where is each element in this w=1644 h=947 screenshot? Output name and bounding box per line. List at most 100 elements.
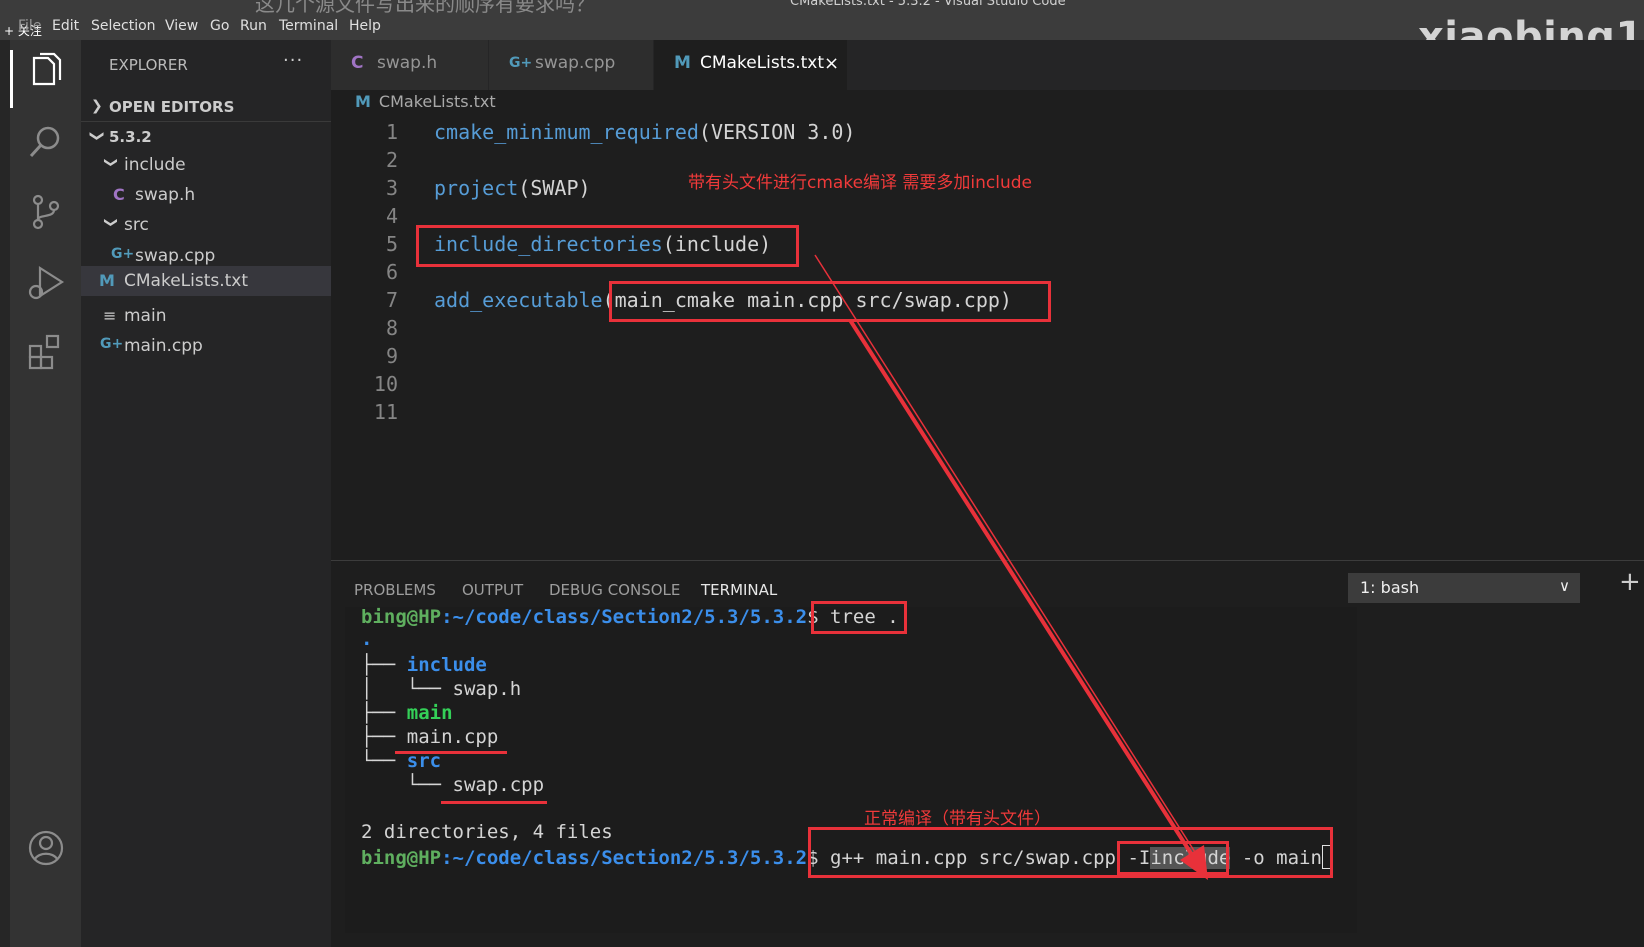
line-number: 6: [385, 260, 398, 284]
tree-file-main-cpp[interactable]: G+ main.cpp: [81, 331, 331, 361]
terminal-line: ├── main.cpp: [361, 726, 499, 748]
active-indicator: [10, 50, 13, 108]
tree-label: swap.h: [135, 185, 196, 205]
tree-label: swap.cpp: [135, 246, 216, 266]
tree-file-main[interactable]: ≡ main: [81, 301, 331, 331]
binary-file-icon: ≡: [103, 306, 117, 325]
menu-go[interactable]: Go: [210, 18, 229, 34]
menu-help[interactable]: Help: [349, 18, 381, 34]
chevron-down-icon: ∨: [1559, 577, 1570, 595]
tree-file-cmakelists[interactable]: M CMakeLists.txt: [81, 266, 331, 296]
terminal-line: └── src: [361, 750, 442, 772]
cpp-file-icon: G+: [100, 336, 124, 352]
tab-problems[interactable]: PROBLEMS: [354, 581, 436, 599]
chevron-down-icon: ❯: [102, 217, 118, 228]
source-control-icon[interactable]: [26, 192, 66, 232]
terminal-line: └── swap.cpp: [361, 774, 545, 796]
chevron-down-icon: ❯: [102, 157, 118, 168]
line-number: 3: [385, 176, 398, 200]
search-icon[interactable]: [26, 122, 66, 162]
tab-output[interactable]: OUTPUT: [462, 581, 523, 599]
line-number: 7: [385, 288, 398, 312]
tree-label: main: [124, 306, 167, 326]
menu-selection[interactable]: Selection: [91, 18, 156, 34]
menu-run[interactable]: Run: [240, 18, 267, 34]
shell-select-value: 1: bash: [1360, 578, 1420, 597]
editor-tab-bar: C swap.h G+ swap.cpp M CMakeLists.txt ×: [331, 40, 1644, 90]
line-number: 2: [385, 148, 398, 172]
highlight-box: [416, 225, 799, 267]
line-number: 10: [373, 372, 398, 396]
chevron-down-icon: ❯: [88, 130, 105, 142]
tree-label: src: [124, 215, 149, 235]
menu-view[interactable]: View: [165, 18, 198, 34]
code-line-3: project(SWAP): [434, 176, 591, 200]
close-icon[interactable]: ×: [824, 53, 839, 74]
tree-folder-src[interactable]: ❯ src: [81, 210, 331, 240]
code-function: cmake_minimum_required: [434, 120, 699, 144]
more-actions-icon[interactable]: ···: [283, 50, 303, 71]
cmake-file-icon: M: [674, 53, 691, 73]
cmake-file-icon: M: [99, 271, 115, 290]
code-line-1: cmake_minimum_required(VERSION 3.0): [434, 120, 855, 144]
folder-root-section[interactable]: ❯ 5.3.2: [81, 122, 331, 152]
line-number: 5: [385, 232, 398, 256]
tree-folder-include[interactable]: ❯ include: [81, 150, 331, 180]
tab-terminal[interactable]: TERMINAL: [701, 581, 777, 599]
highlight-box: [808, 827, 1333, 878]
open-editors-label: OPEN EDITORS: [109, 98, 235, 116]
activity-bar-edge: [0, 40, 10, 947]
explorer-title: EXPLORER: [109, 56, 188, 74]
breadcrumb[interactable]: M CMakeLists.txt: [355, 92, 496, 111]
tab-swap-cpp[interactable]: G+ swap.cpp: [489, 40, 653, 90]
line-number: 1: [385, 120, 398, 144]
tree-label: CMakeLists.txt: [124, 271, 249, 291]
menu-edit[interactable]: Edit: [52, 18, 79, 34]
overlay-question-text: 这几个源文件写出来的顺序有要求吗？: [255, 0, 595, 16]
account-icon[interactable]: [26, 828, 66, 868]
code-function: add_executable: [434, 288, 603, 312]
window-title: CMakeLists.txt - 5.3.2 - Visual Studio C…: [790, 0, 1066, 9]
line-number: 8: [385, 316, 398, 340]
c-file-icon: C: [351, 53, 364, 73]
extensions-icon[interactable]: [26, 332, 66, 372]
tree-label: main.cpp: [124, 336, 203, 356]
terminal-line: ├── main: [361, 702, 453, 724]
tab-label: swap.h: [377, 53, 438, 73]
new-terminal-button[interactable]: +: [1619, 567, 1641, 597]
highlight-box: [1117, 841, 1229, 875]
tree-label: include: [124, 155, 186, 175]
line-number: 11: [373, 400, 398, 424]
highlight-box: [811, 601, 907, 634]
explorer-icon[interactable]: [26, 52, 66, 92]
highlight-underline: [441, 801, 547, 804]
tab-cmakelists[interactable]: M CMakeLists.txt ×: [654, 40, 847, 90]
menu-file[interactable]: File: [18, 18, 41, 34]
run-debug-icon[interactable]: [26, 262, 66, 302]
terminal-line: │ └── swap.h: [361, 678, 522, 700]
activity-bar: [0, 40, 81, 947]
breadcrumb-label: CMakeLists.txt: [378, 92, 496, 111]
terminal-line: 2 directories, 4 files: [361, 821, 613, 843]
tree-file-swap-h[interactable]: C swap.h: [81, 180, 331, 210]
editor-annotation: 带有头文件进行cmake编译 需要多加include: [688, 173, 1033, 193]
code-args: (VERSION 3.0): [698, 120, 856, 144]
open-editors-section[interactable]: ❯ OPEN EDITORS: [81, 92, 331, 122]
terminal-line: .: [361, 628, 373, 650]
folder-root-label: 5.3.2: [109, 128, 152, 146]
menu-terminal[interactable]: Terminal: [279, 18, 338, 34]
terminal[interactable]: [345, 607, 1357, 933]
highlight-box: [609, 281, 1051, 322]
tab-label: CMakeLists.txt: [700, 53, 825, 73]
terminal-shell-select[interactable]: 1: bash ∨: [1348, 573, 1580, 603]
chevron-right-icon: ❯: [91, 98, 103, 114]
tab-label: swap.cpp: [535, 53, 616, 73]
code-args: (SWAP): [518, 176, 591, 200]
tab-debug-console[interactable]: DEBUG CONSOLE: [549, 581, 680, 599]
c-file-icon: C: [113, 185, 125, 204]
bottom-panel: PROBLEMS OUTPUT DEBUG CONSOLE TERMINAL 1…: [331, 560, 1644, 947]
tab-swap-h[interactable]: C swap.h: [331, 40, 488, 90]
cpp-file-icon: G+: [111, 246, 135, 262]
code-function: project: [434, 176, 519, 200]
terminal-annotation: 正常编译（带有头文件）: [864, 809, 1051, 829]
